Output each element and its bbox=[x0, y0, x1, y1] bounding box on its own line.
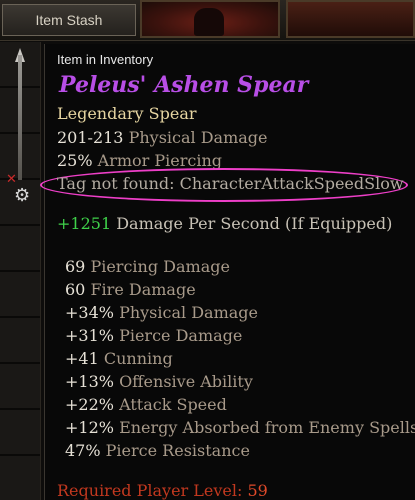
item-stash-tab[interactable]: Item Stash bbox=[2, 4, 136, 36]
item-tooltip: Item in Inventory Peleus' Ashen Spear Le… bbox=[40, 44, 415, 500]
top-bar: Item Stash bbox=[0, 0, 415, 41]
mod-line: +12% Energy Absorbed from Enemy Spells bbox=[65, 418, 415, 437]
spear-shaft[interactable] bbox=[18, 55, 22, 180]
mod-line: 69 Piercing Damage bbox=[65, 257, 230, 276]
mod-line: 47% Pierce Resistance bbox=[65, 441, 250, 460]
tag-not-found-text: Tag not found: CharacterAttackSpeedSlow bbox=[57, 174, 404, 193]
base-stat: 25% Armor Piercing bbox=[57, 151, 223, 170]
base-stat: 201-213 Physical Damage bbox=[57, 128, 268, 147]
compare-gauntlet-icon: ⚙ bbox=[14, 185, 31, 206]
mod-line: +31% Pierce Damage bbox=[65, 326, 243, 345]
tooltip-location: Item in Inventory bbox=[57, 52, 154, 67]
mod-line: +22% Attack Speed bbox=[65, 395, 227, 414]
item-type: Legendary Spear bbox=[57, 104, 197, 123]
mod-line: +34% Physical Damage bbox=[65, 303, 258, 322]
mod-line: +41 Cunning bbox=[65, 349, 173, 368]
banner-figure bbox=[194, 8, 224, 36]
dps-line: +1251 Damage Per Second (If Equipped) bbox=[57, 214, 393, 233]
required-level: Required Player Level: 59 bbox=[57, 481, 268, 500]
mod-line: +13% Offensive Ability bbox=[65, 372, 253, 391]
stash-banner-image bbox=[140, 0, 280, 38]
mod-line: 60 Fire Damage bbox=[65, 280, 196, 299]
item-name: Peleus' Ashen Spear bbox=[59, 72, 309, 98]
stash-banner-right bbox=[286, 0, 415, 38]
